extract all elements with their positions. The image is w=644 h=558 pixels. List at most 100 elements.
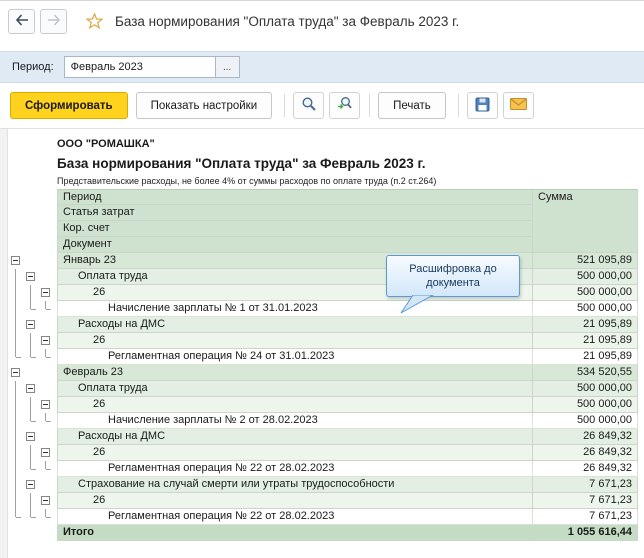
- report-row: 26 26 849,32: [8, 445, 644, 461]
- header-cell-sum[interactable]: Сумма: [533, 189, 638, 205]
- tree-line: [45, 461, 46, 469]
- row-label[interactable]: Февраль 23: [57, 365, 533, 381]
- tree-line: [30, 509, 31, 517]
- tree-line: [15, 349, 16, 357]
- tree-gutter: [8, 205, 57, 221]
- report-row: Начисление зарплаты № 2 от 28.02.2023 500…: [8, 413, 644, 429]
- period-label: Период:: [12, 61, 54, 73]
- tree-gutter: [8, 477, 57, 493]
- magnifier-icon: [301, 96, 317, 115]
- row-label[interactable]: 26: [57, 333, 533, 349]
- tree-gutter: [8, 221, 57, 237]
- report-area: ООО "РОМАШКА" База нормирования "Оплата …: [0, 129, 644, 558]
- row-sum[interactable]: 7 671,23: [533, 493, 638, 509]
- back-arrow-icon: [15, 13, 29, 29]
- row-sum[interactable]: 21 095,89: [533, 317, 638, 333]
- row-label[interactable]: Регламентная операция № 22 от 28.02.2023: [57, 461, 533, 477]
- report-row: 26 500 000,00: [8, 285, 644, 301]
- collapse-toggle[interactable]: [26, 272, 35, 281]
- row-sum[interactable]: 26 849,32: [533, 445, 638, 461]
- tree-line: [15, 397, 16, 413]
- floppy-disk-icon: [475, 97, 490, 115]
- collapse-toggle[interactable]: [26, 384, 35, 393]
- tree-line: [30, 445, 31, 461]
- header-cell-document[interactable]: Документ: [57, 237, 533, 253]
- row-label[interactable]: 26: [57, 397, 533, 413]
- row-sum[interactable]: 534 520,55: [533, 365, 638, 381]
- collapse-toggle[interactable]: [26, 320, 35, 329]
- save-button[interactable]: [466, 92, 498, 119]
- print-button[interactable]: Печать: [378, 92, 446, 119]
- envelope-icon: [509, 98, 527, 113]
- table-header-row: Кор. счет: [8, 221, 644, 237]
- row-label[interactable]: Начисление зарплаты № 1 от 31.01.2023: [57, 301, 533, 317]
- header-cell-empty[interactable]: [533, 221, 638, 237]
- row-label[interactable]: 26: [57, 445, 533, 461]
- row-label[interactable]: Оплата труда: [57, 381, 533, 397]
- collapse-toggle[interactable]: [41, 448, 50, 457]
- header-cell-empty[interactable]: [533, 205, 638, 221]
- collapse-toggle[interactable]: [11, 368, 20, 377]
- total-sum[interactable]: 1 055 616,44: [533, 525, 638, 541]
- favorite-star-icon[interactable]: [86, 13, 103, 29]
- show-settings-button[interactable]: Показать настройки: [135, 92, 273, 119]
- forward-arrow-icon: [47, 13, 61, 29]
- tree-line: [30, 349, 31, 357]
- header-cell-period[interactable]: Период: [57, 189, 533, 205]
- search-button[interactable]: [293, 92, 325, 119]
- row-label[interactable]: Страхование на случай смерти или утраты …: [57, 477, 533, 493]
- period-picker-button[interactable]: ...: [215, 56, 240, 78]
- collapse-toggle[interactable]: [26, 480, 35, 489]
- row-sum[interactable]: 521 095,89: [533, 253, 638, 269]
- row-sum[interactable]: 500 000,00: [533, 381, 638, 397]
- top-navigation-bar: База нормирования "Оплата труда" за Февр…: [0, 1, 644, 41]
- row-sum[interactable]: 7 671,23: [533, 477, 638, 493]
- row-sum[interactable]: 500 000,00: [533, 301, 638, 317]
- back-button[interactable]: [8, 8, 35, 34]
- row-label[interactable]: 26: [57, 493, 533, 509]
- tree-line: [15, 381, 16, 397]
- row-label[interactable]: Регламентная операция № 24 от 31.01.2023: [57, 349, 533, 365]
- report-row: Январь 23 521 095,89: [8, 253, 644, 269]
- row-sum[interactable]: 26 849,32: [533, 429, 638, 445]
- row-sum[interactable]: 500 000,00: [533, 269, 638, 285]
- sheet-left-margin: [0, 129, 8, 558]
- collapse-toggle[interactable]: [41, 336, 50, 345]
- generate-button[interactable]: Сформировать: [10, 92, 128, 119]
- total-label[interactable]: Итого: [57, 525, 533, 541]
- collapse-toggle[interactable]: [26, 432, 35, 441]
- report-toolbar: Сформировать Показать настройки Печать: [0, 83, 644, 129]
- header-cell-empty[interactable]: [533, 237, 638, 253]
- row-label[interactable]: Расходы на ДМС: [57, 429, 533, 445]
- collapse-toggle[interactable]: [41, 400, 50, 409]
- collapse-toggle[interactable]: [11, 256, 20, 265]
- row-sum[interactable]: 500 000,00: [533, 285, 638, 301]
- forward-button[interactable]: [40, 8, 67, 34]
- collapse-toggle[interactable]: [41, 288, 50, 297]
- period-input[interactable]: [63, 56, 216, 78]
- report-row: Регламентная операция № 22 от 28.02.2023…: [8, 461, 644, 477]
- row-sum[interactable]: 500 000,00: [533, 397, 638, 413]
- header-cell-corr-account[interactable]: Кор. счет: [57, 221, 533, 237]
- row-sum[interactable]: 7 671,23: [533, 509, 638, 525]
- toolbar-separator: [457, 94, 459, 117]
- tree-gutter: [8, 253, 57, 269]
- annotation-callout: Расшифровка до документа: [386, 255, 520, 314]
- tree-line: [16, 357, 21, 358]
- email-button[interactable]: [502, 92, 534, 119]
- search-next-button[interactable]: [329, 92, 361, 119]
- row-sum[interactable]: 21 095,89: [533, 349, 638, 365]
- row-label[interactable]: Начисление зарплаты № 2 от 28.02.2023: [57, 413, 533, 429]
- tree-gutter: [8, 365, 57, 381]
- period-bar: Период: ...: [0, 51, 644, 83]
- row-sum[interactable]: 26 849,32: [533, 461, 638, 477]
- row-sum[interactable]: 21 095,89: [533, 333, 638, 349]
- collapse-toggle[interactable]: [41, 496, 50, 505]
- tree-line: [46, 421, 51, 422]
- row-label[interactable]: Расходы на ДМС: [57, 317, 533, 333]
- tree-gutter: [8, 317, 57, 333]
- row-sum[interactable]: 500 000,00: [533, 413, 638, 429]
- tree-gutter: [8, 301, 57, 317]
- header-cell-cost-item[interactable]: Статья затрат: [57, 205, 533, 221]
- row-label[interactable]: Регламентная операция № 22 от 28.02.2023: [57, 509, 533, 525]
